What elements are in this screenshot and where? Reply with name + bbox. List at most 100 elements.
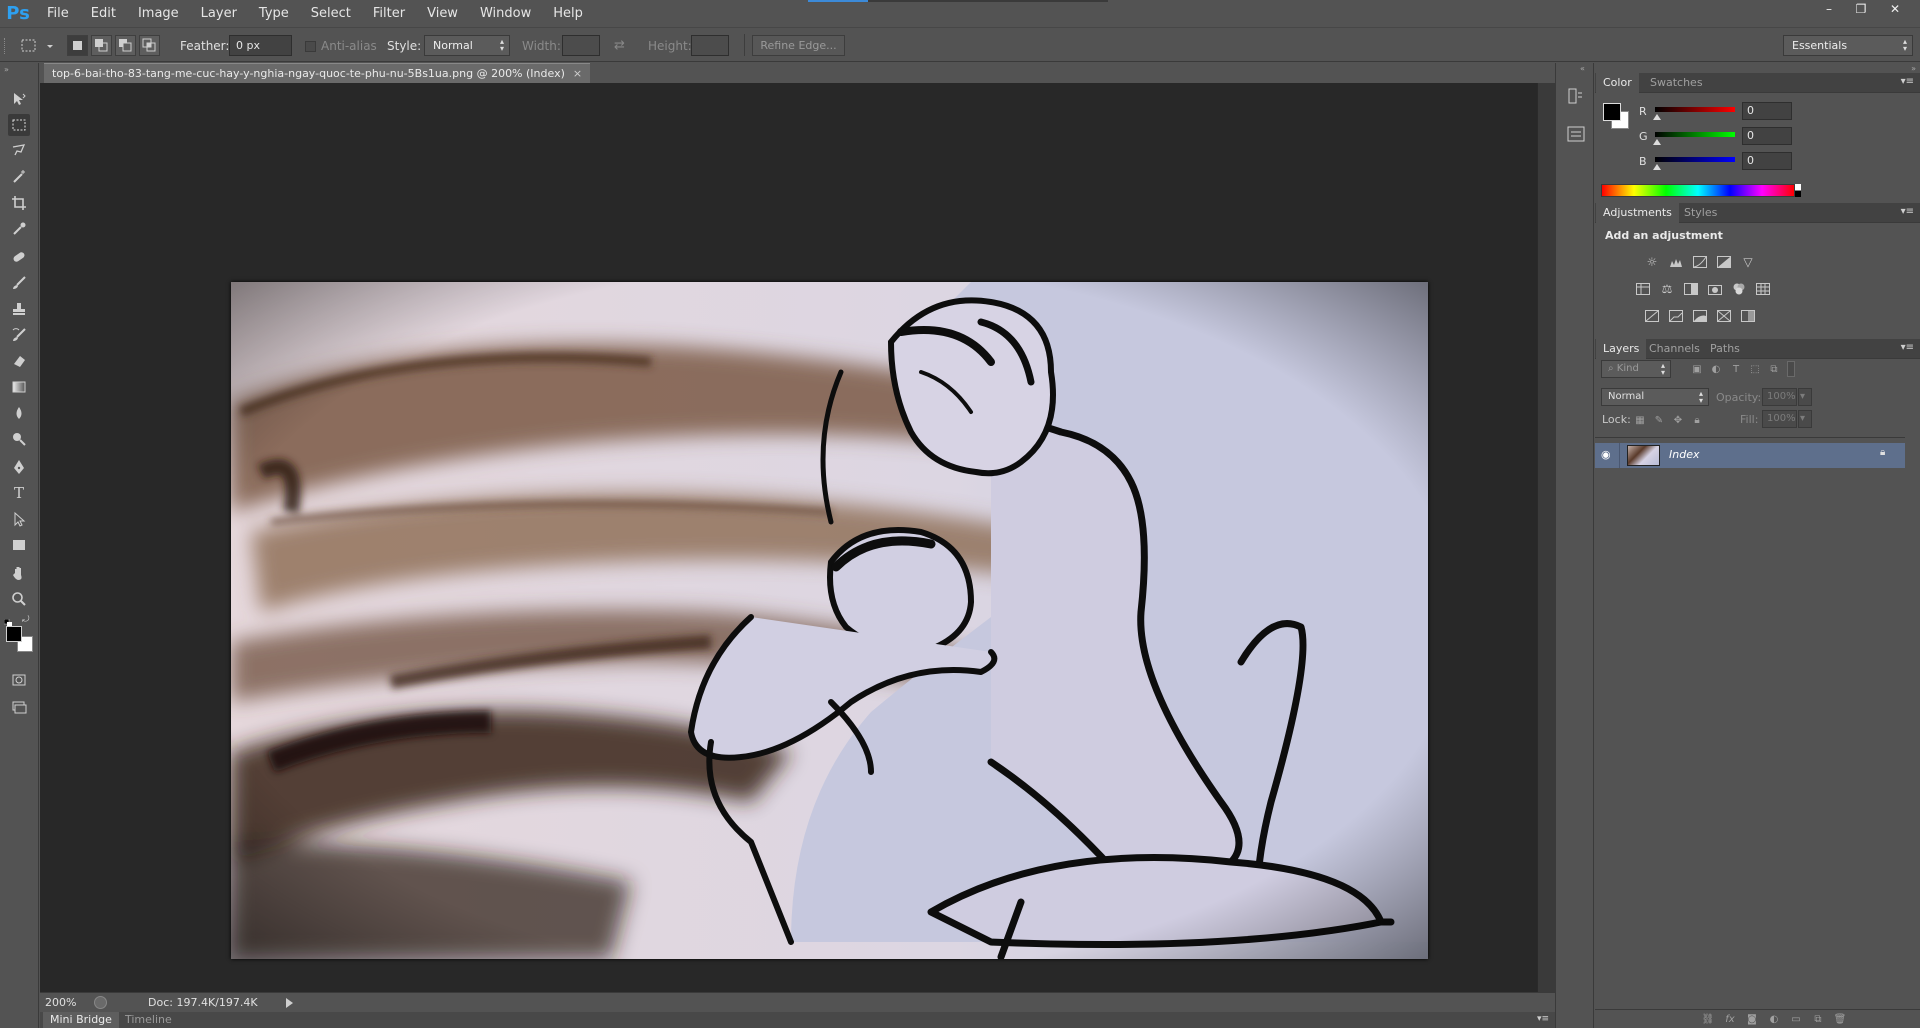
- filter-type-icon[interactable]: T: [1729, 362, 1743, 376]
- workspace-select[interactable]: Essentials ▴ ▾: [1783, 35, 1913, 56]
- delete-layer-icon[interactable]: 🗑︎: [1833, 1012, 1847, 1026]
- brush-tool-icon[interactable]: [8, 272, 30, 294]
- foreground-color-swatch[interactable]: [6, 626, 22, 642]
- curves-icon[interactable]: [1692, 254, 1708, 270]
- eye-icon[interactable]: ◉: [1601, 448, 1615, 462]
- panel-menu-icon[interactable]: ▾≡: [1537, 1014, 1549, 1024]
- menu-view[interactable]: View: [416, 0, 469, 27]
- dodge-tool-icon[interactable]: [8, 428, 30, 450]
- panel-menu-icon[interactable]: ▾≡: [1901, 342, 1914, 353]
- rectangle-tool-icon[interactable]: [8, 534, 30, 556]
- color-balance-icon[interactable]: ⚖: [1659, 281, 1675, 297]
- blue-slider-track[interactable]: [1655, 157, 1735, 162]
- zoom-level-field[interactable]: 200%: [45, 996, 85, 1009]
- opacity-input[interactable]: 100%: [1762, 388, 1797, 406]
- tab-mini-bridge[interactable]: Mini Bridge: [43, 1012, 119, 1028]
- tab-adjustments[interactable]: Adjustments: [1596, 203, 1679, 223]
- red-slider-thumb[interactable]: [1653, 114, 1661, 120]
- invert-icon[interactable]: [1644, 308, 1660, 324]
- fill-dropdown-icon[interactable]: ▾: [1798, 410, 1812, 428]
- intersect-selection-button[interactable]: [139, 35, 160, 56]
- tab-timeline[interactable]: Timeline: [118, 1012, 179, 1028]
- red-slider-track[interactable]: [1655, 107, 1735, 112]
- tab-styles[interactable]: Styles: [1677, 203, 1724, 223]
- tab-swatches[interactable]: Swatches: [1643, 73, 1710, 93]
- healing-brush-tool-icon[interactable]: [8, 246, 30, 268]
- width-input[interactable]: [562, 35, 600, 56]
- default-colors-icon[interactable]: [3, 617, 12, 627]
- vertical-scrollbar[interactable]: [1537, 83, 1555, 992]
- layer-name[interactable]: Index: [1669, 448, 1699, 461]
- panel-menu-icon[interactable]: ▾≡: [1901, 76, 1914, 87]
- move-tool-icon[interactable]: [8, 88, 30, 110]
- filter-smart-object-icon[interactable]: ⧉: [1767, 362, 1781, 376]
- type-tool-icon[interactable]: T: [8, 482, 30, 504]
- tab-color[interactable]: Color: [1596, 73, 1639, 93]
- quick-mask-icon[interactable]: [8, 669, 30, 691]
- black-white-icon[interactable]: [1683, 281, 1699, 297]
- crop-tool-icon[interactable]: [8, 192, 30, 214]
- filter-pixel-icon[interactable]: ▣: [1690, 362, 1704, 376]
- color-lookup-icon[interactable]: [1755, 281, 1771, 297]
- lock-position-icon[interactable]: ✥: [1671, 413, 1685, 427]
- subtract-from-selection-button[interactable]: [115, 35, 136, 56]
- document-image[interactable]: [231, 282, 1428, 961]
- lock-all-icon[interactable]: 🔒︎: [1690, 413, 1704, 427]
- posterize-icon[interactable]: [1668, 308, 1684, 324]
- rectangular-marquee-tool-icon[interactable]: [8, 114, 30, 136]
- photo-filter-icon[interactable]: [1707, 281, 1723, 297]
- hand-tool-icon[interactable]: [8, 562, 30, 584]
- menu-file[interactable]: File: [36, 0, 80, 27]
- panels-collapse-icon[interactable]: »: [1911, 64, 1916, 73]
- lock-image-pixels-icon[interactable]: ✎: [1652, 413, 1666, 427]
- new-group-icon[interactable]: ▭: [1789, 1012, 1803, 1026]
- blur-tool-icon[interactable]: [8, 402, 30, 424]
- lasso-tool-icon[interactable]: [8, 140, 30, 162]
- canvas-area[interactable]: [40, 83, 1537, 992]
- pen-tool-icon[interactable]: [8, 456, 30, 478]
- height-input[interactable]: [691, 35, 729, 56]
- proof-icon[interactable]: [94, 996, 107, 1009]
- menu-edit[interactable]: Edit: [80, 0, 127, 27]
- layer-style-icon[interactable]: fx: [1723, 1012, 1737, 1026]
- new-layer-icon[interactable]: ⧉: [1811, 1012, 1825, 1026]
- layer-filter-kind-select[interactable]: ⌕ Kind ▴ ▾: [1601, 360, 1671, 378]
- filter-adjustment-icon[interactable]: ◐: [1709, 362, 1723, 376]
- refine-edge-button[interactable]: Refine Edge...: [752, 35, 845, 56]
- magic-wand-tool-icon[interactable]: [8, 166, 30, 188]
- swap-colors-icon[interactable]: ⤾: [22, 615, 30, 625]
- menu-layer[interactable]: Layer: [190, 0, 248, 27]
- properties-panel-icon[interactable]: [1566, 123, 1586, 147]
- strip-collapse-icon[interactable]: «: [1580, 64, 1585, 73]
- minimize-button[interactable]: –: [1814, 0, 1844, 17]
- color-ramp[interactable]: [1601, 184, 1795, 197]
- menu-filter[interactable]: Filter: [362, 0, 416, 27]
- panel-menu-icon[interactable]: ▾≡: [1901, 206, 1914, 217]
- toolbox-collapse-icon[interactable]: »: [4, 65, 9, 74]
- threshold-icon[interactable]: [1692, 308, 1708, 324]
- link-layers-icon[interactable]: ⛓: [1701, 1012, 1715, 1026]
- layer-row[interactable]: ◉ Index 🔒︎: [1595, 443, 1905, 468]
- blue-value-input[interactable]: 0: [1742, 152, 1792, 170]
- document-tab[interactable]: top-6-bai-tho-83-tang-me-cuc-hay-y-nghia…: [44, 63, 591, 83]
- eyedropper-tool-icon[interactable]: [8, 218, 30, 240]
- opacity-dropdown-icon[interactable]: ▾: [1798, 388, 1812, 406]
- color-ramp-bw[interactable]: [1795, 184, 1801, 197]
- menu-help[interactable]: Help: [542, 0, 594, 27]
- lock-transparent-pixels-icon[interactable]: ▦: [1633, 413, 1647, 427]
- history-panel-icon[interactable]: [1566, 85, 1586, 109]
- antialias-checkbox[interactable]: [305, 41, 316, 52]
- close-window-button[interactable]: ✕: [1880, 0, 1910, 17]
- restore-button[interactable]: ❐: [1846, 0, 1876, 17]
- channel-mixer-icon[interactable]: [1731, 281, 1747, 297]
- history-brush-tool-icon[interactable]: [8, 324, 30, 346]
- new-selection-button[interactable]: [67, 35, 88, 56]
- hue-saturation-icon[interactable]: [1635, 281, 1651, 297]
- tab-channels[interactable]: Channels: [1642, 339, 1707, 359]
- selective-color-icon[interactable]: [1740, 308, 1756, 324]
- gradient-map-icon[interactable]: [1716, 308, 1732, 324]
- tab-layers[interactable]: Layers: [1596, 339, 1647, 359]
- tab-paths[interactable]: Paths: [1703, 339, 1747, 359]
- green-value-input[interactable]: 0: [1742, 127, 1792, 145]
- swap-dimensions-icon[interactable]: ⇄: [614, 38, 625, 53]
